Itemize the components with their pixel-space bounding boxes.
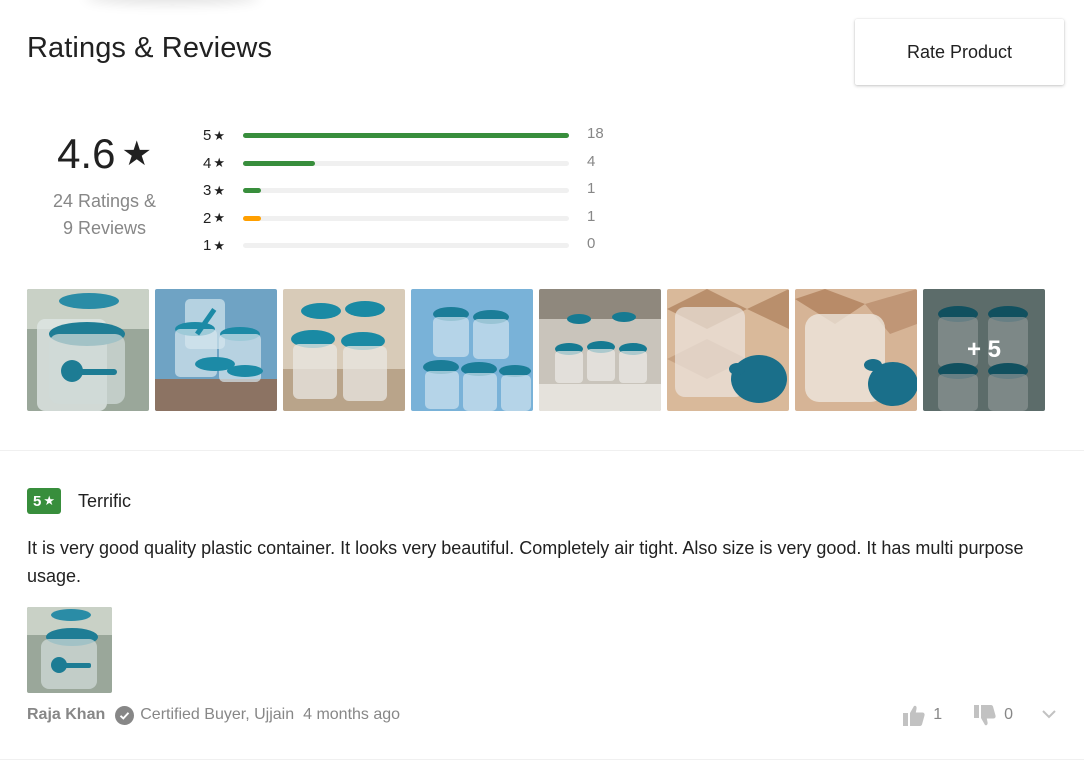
rating-bar-fill [243,215,261,221]
star-icon: ★ [121,135,152,173]
rating-row-2: 2 ★ 1 [203,205,623,233]
ratings-count: 24 Ratings & [52,191,157,211]
customer-photo[interactable] [283,289,405,411]
check-circle-icon [115,705,135,725]
rating-row-count: 1 [587,207,596,225]
review-rating-value: 5 [33,492,42,510]
more-photos-label: + 5 [923,289,1045,411]
customer-photo[interactable] [667,289,789,411]
certified-buyer: Certified Buyer, Ujjain [115,705,295,725]
review-rating-badge: 5 ★ [27,488,61,514]
rating-row-count: 0 [587,235,596,253]
star-icon: ★ [213,182,225,198]
thumbs-up-icon [903,705,925,726]
rating-row-stars: 1 [203,237,212,255]
star-icon: ★ [43,493,55,508]
thumbs-down-icon [974,704,996,725]
star-icon: ★ [213,127,225,143]
dislike-button[interactable]: 0 [974,704,1013,726]
customer-photo[interactable] [411,289,533,411]
review-author: Raja Khan [27,706,106,723]
dislike-count: 0 [1004,706,1013,723]
average-rating-block: 4.6 ★ 24 Ratings & 9 Reviews [27,130,182,242]
more-photos-button[interactable]: + 5 [923,289,1045,411]
rating-row-stars: 2 [203,209,212,227]
rating-row-1: 1 ★ 0 [203,232,623,260]
rating-bar-track [243,243,569,249]
rating-bar-track [243,215,569,221]
review-votes: 1 0 [903,703,1057,727]
review-text: It is very good quality plastic containe… [27,538,1024,586]
review-title: Terrific [78,490,131,511]
rating-row-count: 18 [587,125,604,143]
rating-summary: 4.6 ★ 24 Ratings & 9 Reviews 5 ★ 18 4 ★ 4 … [27,110,1057,270]
rating-row-count: 1 [587,180,596,198]
rating-bar-fill [243,188,261,194]
customer-photo[interactable] [795,289,917,411]
section-divider [0,450,1084,451]
star-icon: ★ [213,210,225,226]
ratings-header: Ratings & Reviews Rate Product [0,0,1084,100]
rating-row-3: 3 ★ 1 [203,177,623,205]
customer-photo[interactable] [539,289,661,411]
review-card: 5 ★ Terrific It is very good quality plas… [27,488,1057,726]
rating-row-5: 5 ★ 18 [203,122,623,150]
rating-bar-track [243,133,569,139]
rating-bar-track [243,160,569,166]
review-photo[interactable] [27,607,112,693]
like-button[interactable]: 1 [903,705,942,726]
rating-row-4: 4 ★ 4 [203,150,623,178]
review-date: 4 months ago [303,706,401,723]
customer-photo-gallery: + 5 [27,289,1045,411]
average-rating-value: 4.6 [57,130,116,177]
rating-breakdown: 5 ★ 18 4 ★ 4 3 ★ 1 2 ★ 1 1 ★ 0 [203,122,623,260]
star-icon: ★ [213,237,225,253]
rating-bar-track [243,188,569,194]
rating-bar-fill [243,133,569,139]
reviews-count: 9 Reviews [62,218,147,238]
rating-row-count: 4 [587,152,596,170]
customer-photo[interactable] [155,289,277,411]
customer-photo[interactable] [27,289,149,411]
section-divider [0,759,1084,760]
chevron-down-icon[interactable] [1041,706,1057,724]
rating-bar-fill [243,160,315,166]
rating-row-stars: 5 [203,127,212,145]
rate-product-button[interactable]: Rate Product [855,19,1064,85]
rating-row-stars: 4 [203,154,212,172]
like-count: 1 [933,706,943,723]
review-footer: Raja Khan Certified Buyer, Ujjain 4 mont… [27,703,1057,727]
certified-buyer-text: Certified Buyer, Ujjain [140,706,295,723]
star-icon: ★ [213,155,225,171]
page-title: Ratings & Reviews [27,32,273,64]
rating-row-stars: 3 [203,182,212,200]
